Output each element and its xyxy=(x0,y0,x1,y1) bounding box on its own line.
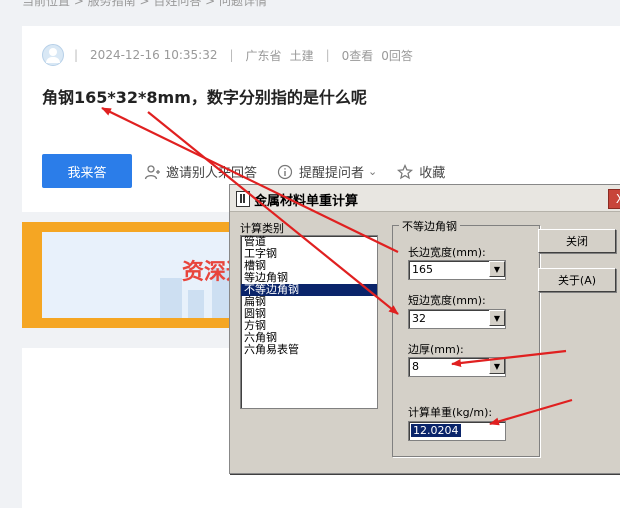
short-side-value: 32 xyxy=(412,312,426,325)
result-value: 12.0204 xyxy=(411,424,461,437)
long-side-value: 165 xyxy=(412,263,433,276)
question-province: 广东省 xyxy=(245,48,282,63)
thickness-value: 8 xyxy=(412,360,419,373)
building-shape xyxy=(160,278,182,318)
question-title: 角钢165*32*8mm，数字分别指的是什么呢 xyxy=(42,88,367,107)
dropdown-arrow-icon[interactable]: ▼ xyxy=(489,310,505,326)
add-user-icon xyxy=(144,164,160,180)
close-button[interactable]: 关闭 xyxy=(538,229,616,253)
collect-label: 收藏 xyxy=(419,166,446,181)
answer-count: 0回答 xyxy=(381,48,413,63)
separator: | xyxy=(325,48,330,62)
long-side-select[interactable]: 165 ▼ xyxy=(408,260,506,280)
chevron-down-icon: ⌄ xyxy=(368,165,378,178)
collect-action[interactable]: 收藏 xyxy=(397,162,445,181)
short-side-label: 短边宽度(mm): xyxy=(408,294,486,307)
category-list[interactable]: 管道 工字钢 槽钢 等边角钢 不等边角钢 扁钢 圆钢 方钢 六角钢 六角易表管 xyxy=(240,235,378,409)
answer-button[interactable]: 我来答 xyxy=(42,154,132,188)
app-icon xyxy=(236,191,250,207)
question-category: 土建 xyxy=(289,48,314,63)
thickness-select[interactable]: 8 ▼ xyxy=(408,357,506,377)
info-icon xyxy=(277,164,293,180)
dialog-titlebar[interactable]: 金属材料单重计算 xyxy=(230,185,620,212)
star-icon xyxy=(397,163,414,180)
building-shape xyxy=(188,290,204,318)
dialog-title: 金属材料单重计算 xyxy=(254,194,359,209)
avatar xyxy=(42,44,64,66)
view-count: 0查看 xyxy=(341,48,374,63)
group-title: 不等边角钢 xyxy=(399,218,460,234)
calc-dialog: 金属材料单重计算 X 计算类别 管道 工字钢 槽钢 等边角钢 不等边角钢 扁钢 … xyxy=(229,184,620,474)
about-button[interactable]: 关于(A) xyxy=(538,268,616,292)
separator: | xyxy=(74,48,79,62)
action-bar: 邀请别人来回答 提醒提问者 ⌄ 收藏 xyxy=(144,162,465,181)
result-label: 计算单重(kg/m): xyxy=(408,406,493,419)
remind-action[interactable]: 提醒提问者 ⌄ xyxy=(277,162,377,181)
result-field[interactable]: 12.0204 xyxy=(408,421,506,441)
category-label: 计算类别 xyxy=(240,222,284,235)
question-meta: | 2024-12-16 10:35:32 | 广东省 土建 | 0查看 0回答 xyxy=(42,44,413,66)
short-side-select[interactable]: 32 ▼ xyxy=(408,309,506,329)
thickness-label: 边厚(mm): xyxy=(408,343,464,356)
separator: | xyxy=(229,48,234,62)
close-icon[interactable]: X xyxy=(608,189,620,209)
remind-label: 提醒提问者 xyxy=(299,166,365,181)
invite-action[interactable]: 邀请别人来回答 xyxy=(144,162,257,181)
list-item[interactable]: 六角易表管 xyxy=(241,344,377,356)
breadcrumb: 当前位置 > 服务指南 > 百姓问答 > 问题详情 xyxy=(22,0,268,8)
dropdown-arrow-icon[interactable]: ▼ xyxy=(489,358,505,374)
question-date: 2024-12-16 10:35:32 xyxy=(90,48,218,62)
long-side-label: 长边宽度(mm): xyxy=(408,246,486,259)
invite-label: 邀请别人来回答 xyxy=(166,166,258,181)
dropdown-arrow-icon[interactable]: ▼ xyxy=(489,261,505,277)
